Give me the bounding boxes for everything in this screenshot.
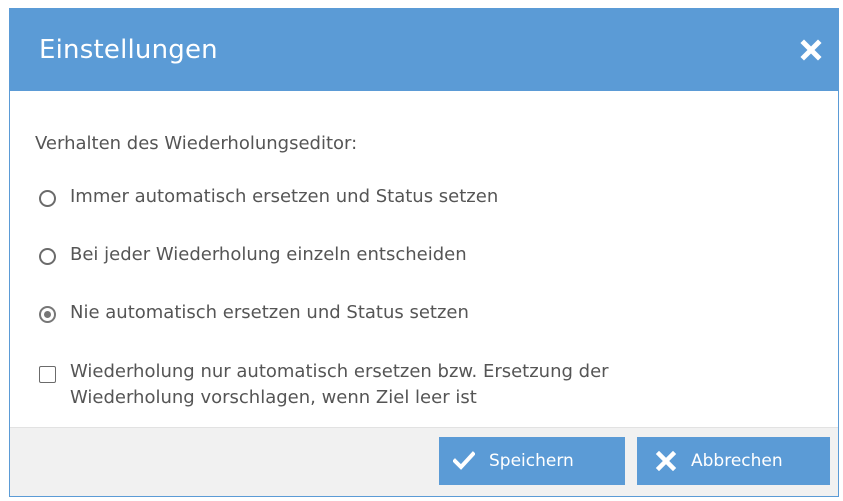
option-label: Immer automatisch ersetzen und Status se… (70, 186, 499, 207)
checkbox-label: Wiederholung nur automatisch ersetzen bz… (70, 361, 609, 408)
dialog-body: Verhalten des Wiederholungseditor: Immer… (10, 91, 838, 429)
section-label: Verhalten des Wiederholungseditor: (35, 133, 358, 154)
option-decide-each[interactable]: Bei jeder Wiederholung einzeln entscheid… (39, 244, 467, 268)
dialog-footer: Speichern Abbrechen (10, 427, 838, 496)
dialog-title: Einstellungen (39, 35, 218, 65)
option-replace-if-empty[interactable]: Wiederholung nur automatisch ersetzen bz… (39, 361, 730, 411)
radio-decide-each[interactable] (39, 248, 56, 265)
checkbox-replace-if-empty[interactable] (39, 366, 56, 383)
close-button[interactable] (798, 37, 824, 63)
cancel-button[interactable]: Abbrechen (637, 437, 830, 485)
save-label: Speichern (489, 451, 574, 471)
radio-always-replace[interactable] (39, 190, 56, 207)
settings-dialog: Einstellungen Verhalten des Wiederholung… (9, 8, 839, 497)
option-always-replace[interactable]: Immer automatisch ersetzen und Status se… (39, 186, 498, 210)
check-icon (453, 451, 475, 470)
radio-never-replace[interactable] (39, 306, 56, 323)
option-never-replace[interactable]: Nie automatisch ersetzen und Status setz… (39, 302, 469, 326)
cancel-label: Abbrechen (691, 451, 783, 471)
x-icon (655, 451, 677, 471)
dialog-titlebar: Einstellungen (10, 9, 838, 91)
save-button[interactable]: Speichern (439, 437, 625, 485)
close-icon (800, 39, 822, 61)
option-label: Nie automatisch ersetzen und Status setz… (70, 302, 469, 323)
option-label: Bei jeder Wiederholung einzeln entscheid… (70, 244, 467, 265)
